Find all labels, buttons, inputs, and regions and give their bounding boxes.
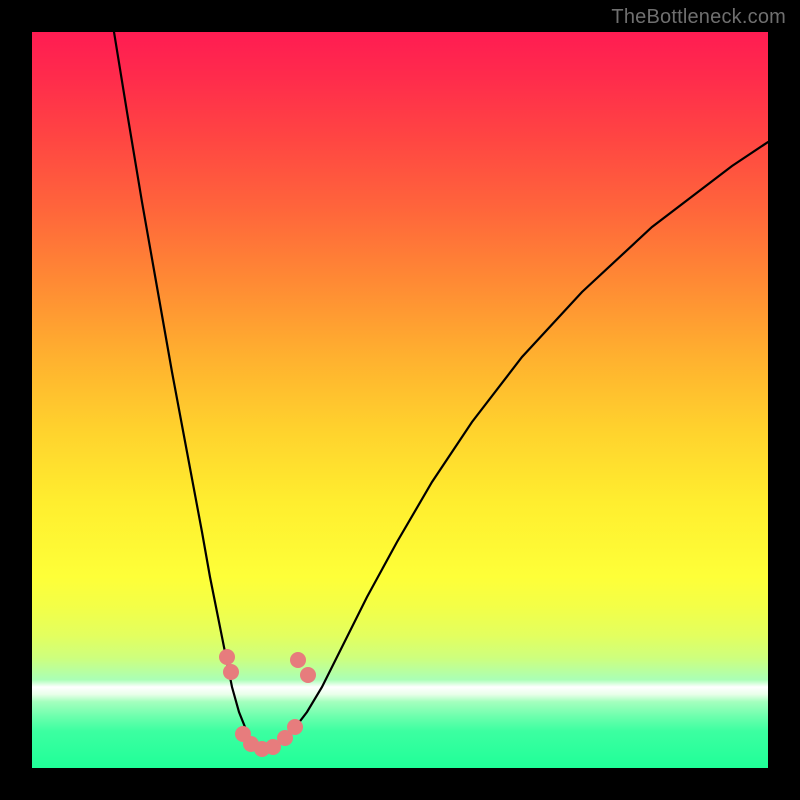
chart-frame: TheBottleneck.com: [0, 0, 800, 800]
dot-right-2: [300, 667, 316, 683]
markers-group: [219, 649, 316, 757]
watermark-text: TheBottleneck.com: [611, 6, 786, 29]
dot-right-1: [290, 652, 306, 668]
bottleneck-curve: [114, 32, 768, 749]
plot-area: [32, 32, 768, 768]
dot-left-2: [223, 664, 239, 680]
chart-svg: [32, 32, 768, 768]
curve-group: [114, 32, 768, 749]
dot-trough-6: [287, 719, 303, 735]
dot-left-1: [219, 649, 235, 665]
